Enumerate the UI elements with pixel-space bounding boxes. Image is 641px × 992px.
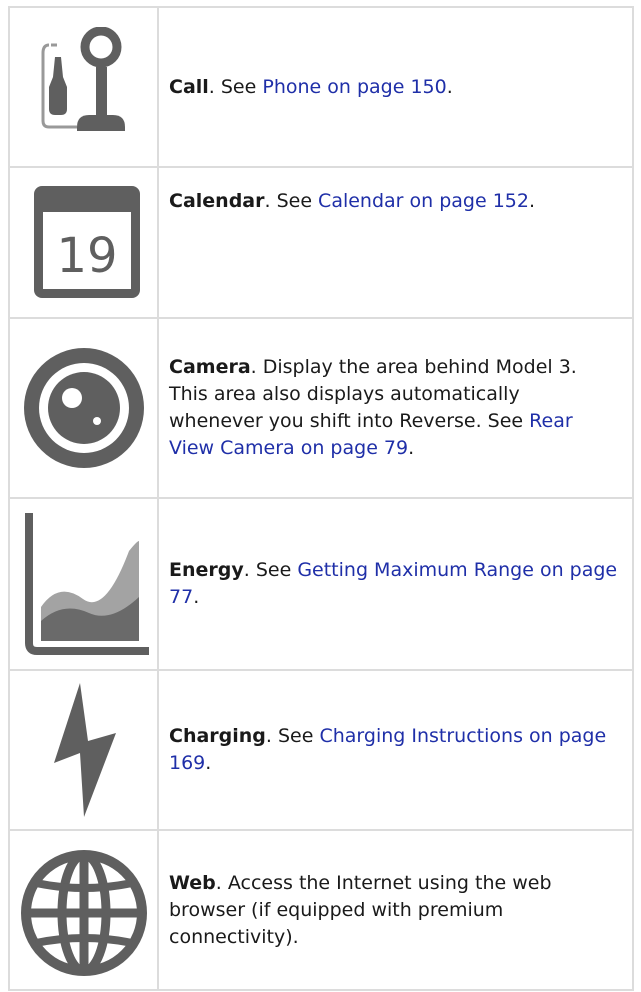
link-phone[interactable]: Phone on page 150 — [262, 76, 446, 98]
description-text: . See — [208, 75, 263, 98]
term-web: Web — [169, 871, 216, 894]
icon-cell — [8, 829, 159, 991]
term-charging: Charging — [169, 725, 266, 747]
feature-table: Call. See Phone on page 150. 19 Calendar… — [8, 6, 634, 991]
icon-cell — [8, 6, 159, 168]
charging-icon — [53, 683, 116, 817]
term-energy: Energy — [169, 559, 244, 581]
term-camera: Camera — [169, 356, 251, 378]
icon-cell — [8, 317, 159, 499]
icon-cell — [8, 497, 159, 671]
description-tail: . — [529, 190, 536, 212]
icon-cell — [8, 669, 159, 831]
description-tail: . — [446, 75, 453, 98]
description-text: . See — [243, 559, 298, 581]
energy-icon — [24, 513, 149, 655]
table-row: Web. Access the Internet using the web b… — [8, 829, 634, 991]
description-tail: . — [205, 752, 212, 774]
term-calendar: Calendar — [169, 190, 265, 212]
camera-icon — [23, 348, 144, 468]
description-text: . See — [264, 190, 319, 212]
calendar-day-number: 19 — [56, 228, 117, 284]
description-text: . Access the Internet using the web brow… — [169, 871, 552, 948]
table-row: Charging. See Charging Instructions on p… — [8, 669, 634, 831]
call-icon — [41, 27, 125, 131]
description-cell: Energy. See Getting Maximum Range on pag… — [157, 497, 634, 671]
link-calendar[interactable]: Calendar on page 152 — [318, 190, 529, 212]
calendar-icon: 19 — [33, 185, 140, 298]
term-call: Call — [169, 75, 209, 98]
description-cell: Charging. See Charging Instructions on p… — [157, 669, 634, 831]
description-cell: Call. See Phone on page 150. — [157, 6, 634, 168]
table-row: Call. See Phone on page 150. — [8, 6, 634, 168]
description-cell: Camera. Display the area behind Model 3.… — [157, 317, 634, 499]
description-tail: . — [193, 586, 200, 608]
description-cell: Calendar. See Calendar on page 152. — [157, 166, 634, 319]
web-icon — [20, 850, 147, 976]
table-row: Energy. See Getting Maximum Range on pag… — [8, 497, 634, 671]
description-tail: . — [408, 437, 415, 459]
table-row: Camera. Display the area behind Model 3.… — [8, 317, 634, 499]
table-row: 19 Calendar. See Calendar on page 152. — [8, 166, 634, 319]
description-text: . See — [265, 725, 320, 747]
icon-cell: 19 — [8, 166, 159, 319]
description-cell: Web. Access the Internet using the web b… — [157, 829, 634, 991]
